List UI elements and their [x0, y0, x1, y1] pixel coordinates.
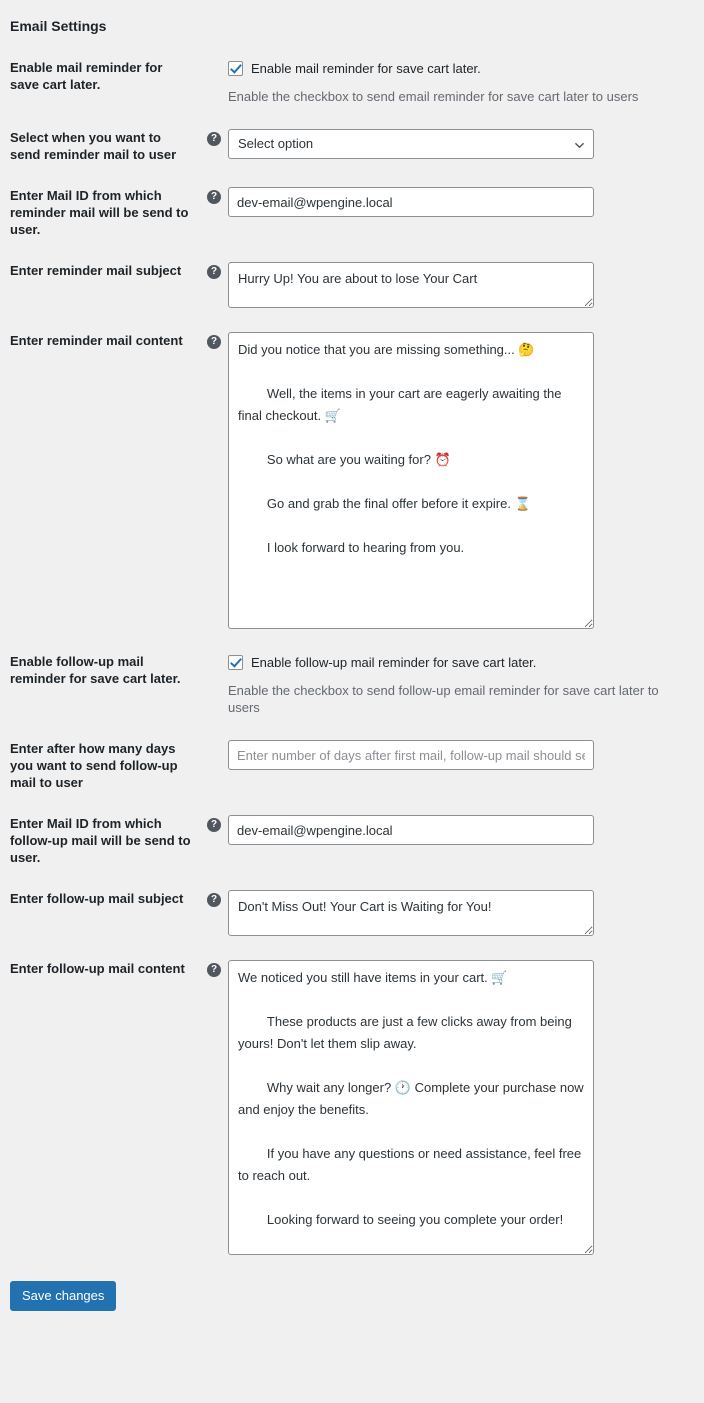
field-reminder-from-mail [228, 175, 704, 250]
submit-area: Save changes [0, 1267, 704, 1311]
followup-days-input[interactable] [228, 740, 594, 770]
select-send-when-value: Select option [238, 136, 314, 151]
select-send-when[interactable]: Select option [228, 129, 594, 159]
help-cell-enable-followup [200, 641, 228, 728]
row-followup-from-mail: Enter Mail ID from which follow-up mail … [0, 803, 704, 878]
chevron-down-icon [575, 142, 584, 149]
help-icon[interactable]: ? [207, 892, 221, 907]
row-followup-content: Enter follow-up mail content ? We notice… [0, 948, 704, 1267]
reminder-from-mail-input[interactable] [228, 187, 594, 217]
help-cell-followup-from-mail: ? [200, 803, 228, 878]
help-icon[interactable]: ? [207, 817, 221, 832]
row-followup-subject: Enter follow-up mail subject ? Don't Mis… [0, 878, 704, 948]
label-send-when: Select when you want to send reminder ma… [10, 130, 177, 162]
help-icon[interactable]: ? [207, 131, 221, 146]
checkbox-row-enable-followup[interactable]: Enable follow-up mail reminder for save … [228, 654, 694, 671]
row-enable-mail-reminder: Enable mail reminder for save cart later… [0, 47, 704, 117]
email-settings-page: Email Settings Enable mail reminder for … [0, 0, 704, 1311]
field-enable-mail-reminder: Enable mail reminder for save cart later… [228, 47, 704, 117]
followup-from-mail-input[interactable] [228, 815, 594, 845]
email-settings-form-table: Enable mail reminder for save cart later… [0, 47, 704, 1267]
description-enable-followup: Enable the checkbox to send follow-up em… [228, 683, 659, 715]
label-followup-subject: Enter follow-up mail subject [10, 891, 184, 906]
save-changes-button[interactable]: Save changes [10, 1281, 117, 1311]
help-cell-reminder-content: ? [200, 320, 228, 641]
help-cell-send-when: ? [200, 117, 228, 175]
help-cell-followup-subject: ? [200, 878, 228, 948]
description-enable-mail-reminder: Enable the checkbox to send email remind… [228, 89, 639, 104]
checkbox-enable-followup[interactable] [228, 655, 243, 670]
row-reminder-subject: Enter reminder mail subject ? Hurry Up! … [0, 250, 704, 320]
label-enable-mail-reminder: Enable mail reminder for save cart later… [10, 60, 163, 92]
checkbox-label-enable-mail-reminder[interactable]: Enable mail reminder for save cart later… [251, 60, 481, 77]
row-enable-followup: Enable follow-up mail reminder for save … [0, 641, 704, 728]
checkbox-row-enable-mail-reminder[interactable]: Enable mail reminder for save cart later… [228, 60, 694, 77]
field-followup-days [228, 728, 704, 803]
reminder-content-textarea[interactable]: Did you notice that you are missing some… [228, 332, 594, 629]
row-reminder-content: Enter reminder mail content ? Did you no… [0, 320, 704, 641]
help-icon[interactable]: ? [207, 962, 221, 977]
row-reminder-from-mail: Enter Mail ID from which reminder mail w… [0, 175, 704, 250]
label-reminder-from-mail: Enter Mail ID from which reminder mail w… [10, 188, 189, 237]
label-followup-days: Enter after how many days you want to se… [10, 741, 178, 790]
label-followup-from-mail: Enter Mail ID from which follow-up mail … [10, 816, 191, 865]
field-reminder-subject: Hurry Up! You are about to lose Your Car… [228, 250, 704, 320]
field-send-when: Select option [228, 117, 704, 175]
followup-subject-textarea[interactable]: Don't Miss Out! Your Cart is Waiting for… [228, 890, 594, 936]
help-cell-reminder-from-mail: ? [200, 175, 228, 250]
help-cell-reminder-subject: ? [200, 250, 228, 320]
label-reminder-content: Enter reminder mail content [10, 333, 183, 348]
checkbox-enable-mail-reminder[interactable] [228, 61, 243, 76]
followup-content-textarea[interactable]: We noticed you still have items in your … [228, 960, 594, 1255]
field-reminder-content: Did you notice that you are missing some… [228, 320, 704, 641]
row-followup-days: Enter after how many days you want to se… [0, 728, 704, 803]
help-cell-followup-content: ? [200, 948, 228, 1267]
label-reminder-subject: Enter reminder mail subject [10, 263, 182, 278]
field-enable-followup: Enable follow-up mail reminder for save … [228, 641, 704, 728]
label-followup-content: Enter follow-up mail content [10, 961, 185, 976]
help-cell-enable-mail-reminder [200, 47, 228, 117]
label-enable-followup: Enable follow-up mail reminder for save … [10, 654, 181, 686]
field-followup-content: We noticed you still have items in your … [228, 948, 704, 1267]
help-icon[interactable]: ? [207, 334, 221, 349]
page-title: Email Settings [10, 18, 107, 34]
field-followup-subject: Don't Miss Out! Your Cart is Waiting for… [228, 878, 704, 948]
help-icon[interactable]: ? [207, 264, 221, 279]
help-icon[interactable]: ? [207, 189, 221, 204]
help-cell-followup-days [200, 728, 228, 803]
checkbox-label-enable-followup[interactable]: Enable follow-up mail reminder for save … [251, 654, 536, 671]
field-followup-from-mail [228, 803, 704, 878]
reminder-subject-textarea[interactable]: Hurry Up! You are about to lose Your Car… [228, 262, 594, 308]
row-send-when: Select when you want to send reminder ma… [0, 117, 704, 175]
